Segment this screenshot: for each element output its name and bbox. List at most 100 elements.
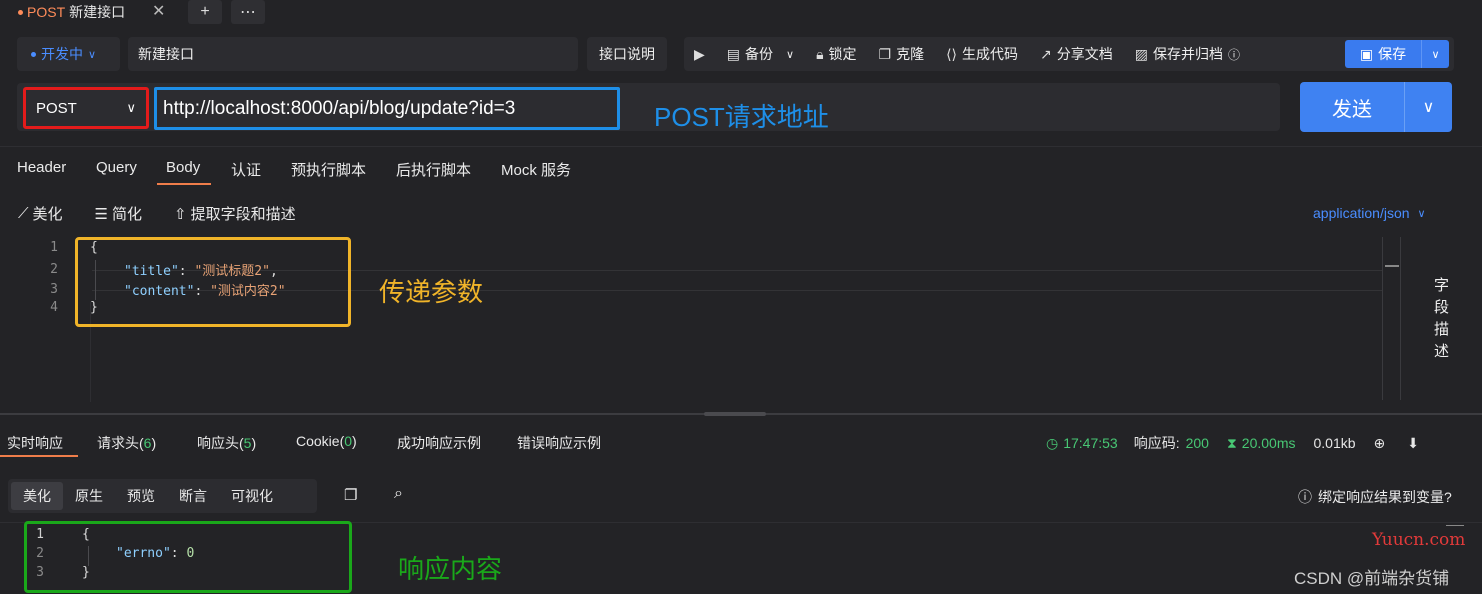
chevron-down-icon: ∨ [126, 100, 136, 115]
code-icon: ⟨⟩ [946, 45, 958, 62]
save-archive-label: 保存并归档 [1153, 46, 1223, 62]
lock-icon: 🔒︎ [816, 45, 824, 62]
copy-icon[interactable]: ❐ [344, 486, 357, 504]
status-select[interactable]: 开发中 ∨ [17, 37, 120, 71]
close-icon[interactable]: ✕ [152, 1, 165, 21]
tab-auth[interactable]: 认证 [231, 159, 261, 180]
lock-button[interactable]: 🔒︎ 锁定 [816, 44, 856, 64]
simplify-button[interactable]: ☰ 简化 [95, 203, 142, 224]
save-archive-button[interactable]: ▨ 保存并归档 ⓘ [1135, 44, 1240, 64]
view-preview[interactable]: 预览 [115, 482, 167, 510]
tab-body[interactable]: Body [166, 159, 200, 176]
body-toolbar: ⟋ 美化 ☰ 简化 ⇧ 提取字段和描述 [18, 203, 328, 224]
method-select[interactable]: POST ∨ [23, 87, 149, 129]
request-body-editor[interactable]: 1{ 2 "title": "测试标题2", 3 "content": "测试内… [0, 232, 1400, 402]
beautify-label: 美化 [32, 206, 63, 223]
share-doc-button[interactable]: ↗ 分享文档 [1040, 44, 1113, 64]
lock-label: 锁定 [828, 46, 857, 62]
extract-button[interactable]: ⇧ 提取字段和描述 [174, 203, 296, 224]
share-label: 分享文档 [1056, 46, 1113, 62]
resize-handle[interactable] [704, 412, 766, 416]
side-char: 字 [1433, 277, 1449, 294]
params-highlight-box [75, 237, 351, 327]
url-annotation: POST请求地址 [654, 102, 829, 132]
line-number: 3 [50, 282, 58, 297]
globe-icon[interactable]: ⊕ [1374, 435, 1386, 452]
tab-error-example[interactable]: 错误响应示例 [517, 433, 601, 453]
send-button[interactable]: 发送 ∨ [1300, 82, 1452, 132]
tab-response-headers[interactable]: 响应头(5) [197, 433, 256, 453]
status-code: 200 [1185, 435, 1209, 451]
save-button[interactable]: ▣ 保存 ∨ [1345, 40, 1449, 68]
active-tab-underline [0, 455, 78, 457]
clock-icon: ◷ [1046, 434, 1059, 451]
response-body-editor[interactable]: 1{ 2 "errno": 0 3} 响应内容 [0, 521, 1482, 594]
line-number: 1 [50, 240, 58, 255]
view-raw[interactable]: 原生 [63, 482, 115, 510]
copy-icon: ❐ [878, 45, 892, 62]
editor-scrollbar[interactable] [1382, 237, 1400, 400]
list-icon: ☰ [94, 205, 108, 223]
extract-label: 提取字段和描述 [190, 206, 296, 223]
clone-button[interactable]: ❐ 克隆 [879, 44, 925, 64]
chevron-down-icon[interactable]: ∨ [1421, 40, 1449, 68]
tab-live-response[interactable]: 实时响应 [7, 433, 63, 453]
help-icon[interactable]: ⓘ [1228, 46, 1240, 63]
view-assert[interactable]: 断言 [167, 482, 219, 510]
search-icon[interactable]: ⌕ [394, 485, 403, 503]
action-toolbar: ▶ ▤ 备份 ∨ 🔒︎ 锁定 ❐ 克隆 ⟨⟩ 生成代码 ↗ 分享文档 ▨ 保存并… [684, 37, 1454, 71]
share-icon: ↗ [1040, 45, 1052, 62]
help-icon: ⓘ [1298, 489, 1312, 505]
view-visualize[interactable]: 可视化 [219, 482, 285, 510]
upload-icon: ⇧ [174, 205, 187, 223]
content-type-select[interactable]: application/json ∨ [1313, 205, 1426, 221]
chevron-down-icon[interactable]: ∨ [1404, 82, 1452, 132]
more-icon[interactable]: ⋯ [231, 0, 265, 24]
tab-post-script[interactable]: 后执行脚本 [396, 159, 471, 180]
line-number: 2 [50, 262, 58, 277]
save-main[interactable]: ▣ 保存 [1345, 40, 1421, 68]
chevron-down-icon: ∨ [1417, 207, 1426, 220]
tab-success-example[interactable]: 成功响应示例 [397, 433, 481, 453]
chevron-down-icon: ∨ [88, 48, 97, 61]
params-annotation: 传递参数 [379, 278, 484, 308]
response-highlight-box [24, 521, 352, 593]
backup-button[interactable]: ▤ 备份 ∨ [727, 44, 794, 64]
status-dot-icon [31, 51, 36, 57]
side-char: 描 [1433, 321, 1449, 338]
tab-query[interactable]: Query [96, 159, 137, 176]
tab-new-api[interactable]: POST 新建接口 [10, 0, 133, 24]
simplify-label: 简化 [111, 206, 142, 223]
tab-title: 新建接口 [69, 4, 126, 20]
beautify-button[interactable]: ⟋ 美化 [18, 203, 63, 224]
archive-icon: ▨ [1134, 45, 1148, 62]
api-doc-button[interactable]: 接口说明 [587, 37, 667, 71]
backup-label: 备份 [745, 46, 774, 62]
url-input[interactable]: http://localhost:8000/api/blog/update?id… [154, 87, 620, 130]
save-icon: ▣ [1359, 45, 1374, 62]
download-icon[interactable]: ⬇ [1407, 435, 1419, 452]
magic-wand-icon: ⟋ [18, 205, 29, 222]
tab-request-headers[interactable]: 请求头(6) [97, 433, 156, 453]
gencode-button[interactable]: ⟨⟩ 生成代码 [946, 44, 1018, 64]
tab-header[interactable]: Header [17, 159, 66, 176]
run-button[interactable]: ▶ [694, 46, 705, 63]
send-label[interactable]: 发送 [1300, 82, 1404, 132]
tab-mock[interactable]: Mock 服务 [501, 159, 571, 180]
response-size: 0.01kb [1313, 435, 1356, 451]
scroll-thumb[interactable] [1446, 525, 1464, 526]
status-label: 开发中 [41, 46, 83, 62]
watermark-yuucn: Yuucn.com [1372, 530, 1466, 550]
plus-icon[interactable]: + [188, 0, 222, 24]
scroll-thumb[interactable] [1385, 265, 1399, 267]
bind-result-link[interactable]: ⓘ 绑定响应结果到变量? [1298, 487, 1452, 507]
tab-pre-script[interactable]: 预执行脚本 [291, 159, 366, 180]
field-description-panel[interactable]: 字 段 描 述 [1400, 237, 1482, 400]
view-beautify[interactable]: 美化 [11, 482, 63, 510]
active-tab-underline [157, 183, 211, 185]
bind-result-label: 绑定响应结果到变量? [1318, 489, 1452, 505]
response-time: 17:47:53 [1063, 435, 1118, 451]
tab-cookie[interactable]: Cookie(0) [296, 433, 357, 449]
tab-method: POST [27, 4, 66, 20]
api-name-input[interactable]: 新建接口 [128, 37, 578, 71]
